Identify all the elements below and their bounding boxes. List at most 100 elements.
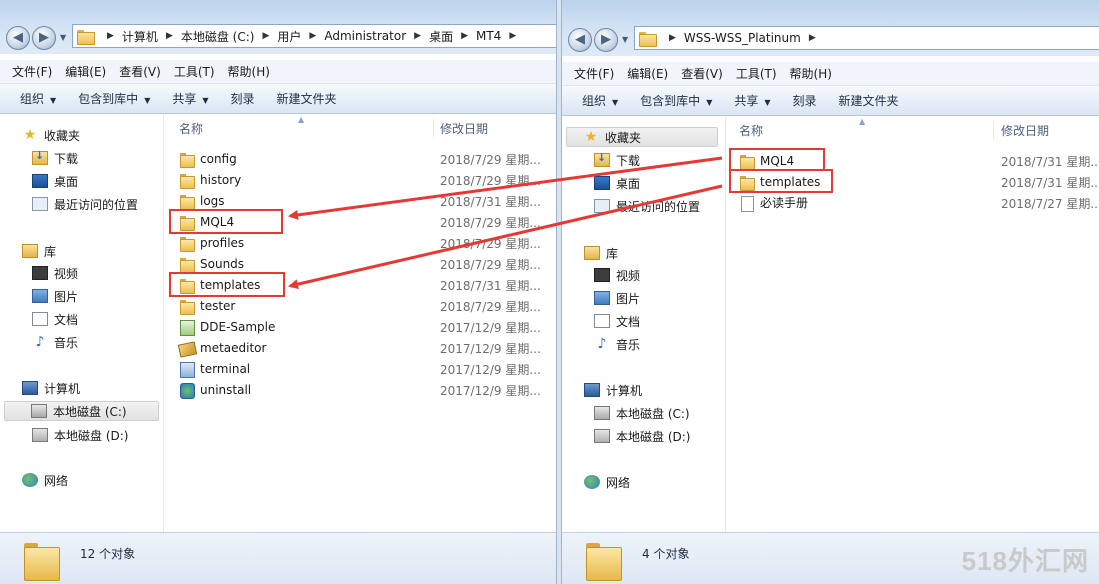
file-name: history xyxy=(200,172,242,187)
breadcrumb[interactable]: ▶ WSS-WSS_Platinum ▶ xyxy=(634,26,1099,50)
highlight-box-mql4 xyxy=(729,148,825,171)
nav-favorites[interactable]: ★ 收藏夹 xyxy=(566,127,718,147)
include-in-library-button[interactable]: 包含到库中 ▼ xyxy=(640,92,712,109)
burn-button[interactable]: 刻录 xyxy=(231,90,255,107)
file-row[interactable]: metaeditor xyxy=(179,337,266,358)
file-date: 2017/12/9 星期... xyxy=(440,321,541,335)
breadcrumb[interactable]: ▶ 计算机 ▶ 本地磁盘 (C:) ▶ 用户 ▶ Administrator ▶… xyxy=(72,24,556,48)
nav-network[interactable]: 网络 xyxy=(22,470,68,490)
forward-button[interactable]: ▶ xyxy=(594,28,618,52)
nav-drive-c[interactable]: 本地磁盘 (C:) xyxy=(594,403,690,423)
breadcrumb-item[interactable]: 用户 xyxy=(277,28,301,45)
chevron-right-icon[interactable]: ▶ xyxy=(809,33,816,43)
nav-drive-d[interactable]: 本地磁盘 (D:) xyxy=(594,426,690,446)
file-row[interactable]: history xyxy=(179,169,241,190)
breadcrumb-item[interactable]: 本地磁盘 (C:) xyxy=(181,28,255,45)
recent-pages-dropdown[interactable]: ▼ xyxy=(622,35,628,44)
organize-button[interactable]: 组织 ▼ xyxy=(20,90,56,107)
column-divider[interactable] xyxy=(993,121,994,139)
nav-videos[interactable]: 视频 xyxy=(32,263,78,283)
nav-downloads[interactable]: 下载 xyxy=(594,150,640,170)
file-row[interactable]: uninstall xyxy=(179,379,251,400)
recent-pages-dropdown[interactable]: ▼ xyxy=(60,33,66,42)
folder-icon xyxy=(179,173,195,189)
file-row[interactable]: config xyxy=(179,148,237,169)
menu-file[interactable]: 文件(F) xyxy=(574,65,614,82)
breadcrumb-item[interactable]: 计算机 xyxy=(122,28,158,45)
nav-network[interactable]: 网络 xyxy=(584,472,630,492)
menu-help[interactable]: 帮助(H) xyxy=(228,63,270,80)
include-in-library-button[interactable]: 包含到库中 ▼ xyxy=(78,90,150,107)
nav-pictures[interactable]: 图片 xyxy=(594,288,640,308)
menu-tools[interactable]: 工具(T) xyxy=(174,63,215,80)
nav-favorites[interactable]: ★ 收藏夹 xyxy=(22,125,80,145)
burn-button[interactable]: 刻录 xyxy=(793,92,817,109)
menu-edit[interactable]: 编辑(E) xyxy=(65,63,106,80)
nav-drive-c[interactable]: 本地磁盘 (C:) xyxy=(4,401,159,421)
nav-documents[interactable]: 文档 xyxy=(594,311,640,331)
menu-view[interactable]: 查看(V) xyxy=(119,63,161,80)
share-button[interactable]: 共享 ▼ xyxy=(172,90,208,107)
chevron-right-icon[interactable]: ▶ xyxy=(309,31,316,41)
menu-view[interactable]: 查看(V) xyxy=(681,65,723,82)
nav-desktop[interactable]: 桌面 xyxy=(32,171,78,191)
command-bar: 组织 ▼ 包含到库中 ▼ 共享 ▼ 刻录 新建文件夹 xyxy=(0,84,556,114)
file-row[interactable]: profiles xyxy=(179,232,244,253)
file-row[interactable]: logs xyxy=(179,190,225,211)
breadcrumb-item[interactable]: WSS-WSS_Platinum xyxy=(684,31,801,45)
back-button[interactable]: ◀ xyxy=(568,28,592,52)
nav-recent-places[interactable]: 最近访问的位置 xyxy=(32,194,138,214)
explorer-window-left: ◀ ▶ ▼ ▶ 计算机 ▶ 本地磁盘 (C:) ▶ 用户 ▶ Administr… xyxy=(0,0,556,584)
nav-label: 本地磁盘 (D:) xyxy=(54,428,129,443)
chevron-right-icon[interactable]: ▶ xyxy=(166,31,173,41)
new-folder-button[interactable]: 新建文件夹 xyxy=(277,90,337,107)
menu-tools[interactable]: 工具(T) xyxy=(736,65,777,82)
nav-music[interactable]: ♪ 音乐 xyxy=(594,334,640,354)
column-divider[interactable] xyxy=(433,119,434,137)
forward-button[interactable]: ▶ xyxy=(32,26,56,50)
back-button[interactable]: ◀ xyxy=(6,26,30,50)
breadcrumb-item[interactable]: 桌面 xyxy=(429,28,453,45)
menu-help[interactable]: 帮助(H) xyxy=(790,65,832,82)
chevron-right-icon[interactable]: ▶ xyxy=(669,33,676,43)
nav-computer[interactable]: 计算机 xyxy=(22,378,80,398)
menu-file[interactable]: 文件(F) xyxy=(12,63,52,80)
nav-drive-d[interactable]: 本地磁盘 (D:) xyxy=(32,425,128,445)
file-row[interactable]: Sounds xyxy=(179,253,244,274)
column-header-date[interactable]: 修改日期 xyxy=(440,115,488,141)
new-folder-button[interactable]: 新建文件夹 xyxy=(839,92,899,109)
file-row[interactable]: 必读手册 xyxy=(739,192,808,213)
chevron-right-icon[interactable]: ▶ xyxy=(461,31,468,41)
column-header-name[interactable]: 名称 xyxy=(179,115,203,141)
breadcrumb-item[interactable]: MT4 xyxy=(476,29,501,43)
nav-pictures[interactable]: 图片 xyxy=(32,286,78,306)
nav-recent-places[interactable]: 最近访问的位置 xyxy=(594,196,700,216)
menu-edit[interactable]: 编辑(E) xyxy=(627,65,668,82)
music-icon: ♪ xyxy=(35,334,45,350)
breadcrumb-item[interactable]: Administrator xyxy=(324,29,406,43)
details-pane: 12 个对象 xyxy=(0,532,556,584)
nav-documents[interactable]: 文档 xyxy=(32,309,78,329)
chevron-right-icon[interactable]: ▶ xyxy=(414,31,421,41)
column-header-date[interactable]: 修改日期 xyxy=(1001,117,1049,143)
file-row[interactable]: DDE-Sample xyxy=(179,316,275,337)
column-header-name[interactable]: 名称 xyxy=(739,117,763,143)
share-button[interactable]: 共享 ▼ xyxy=(734,92,770,109)
file-row[interactable]: tester xyxy=(179,295,235,316)
nav-libraries[interactable]: 库 xyxy=(22,241,56,261)
chevron-right-icon[interactable]: ▶ xyxy=(262,31,269,41)
network-icon xyxy=(584,475,600,489)
file-date: 2018/7/27 星期... xyxy=(1001,197,1099,211)
nav-videos[interactable]: 视频 xyxy=(594,265,640,285)
nav-libraries[interactable]: 库 xyxy=(584,243,618,263)
nav-downloads[interactable]: 下载 xyxy=(32,148,78,168)
chevron-right-icon[interactable]: ▶ xyxy=(509,31,516,41)
chevron-right-icon[interactable]: ▶ xyxy=(107,31,114,41)
file-row[interactable]: terminal xyxy=(179,358,250,379)
nav-music[interactable]: ♪ 音乐 xyxy=(32,332,78,352)
drive-icon xyxy=(594,429,610,443)
nav-computer[interactable]: 计算机 xyxy=(584,380,642,400)
nav-desktop[interactable]: 桌面 xyxy=(594,173,640,193)
navigation-pane: ★ 收藏夹 下载 桌面 最近访问的位置 库 视频 图片 文档 ♪ 音乐 计算机 本地… xyxy=(0,115,164,532)
organize-button[interactable]: 组织 ▼ xyxy=(582,92,618,109)
